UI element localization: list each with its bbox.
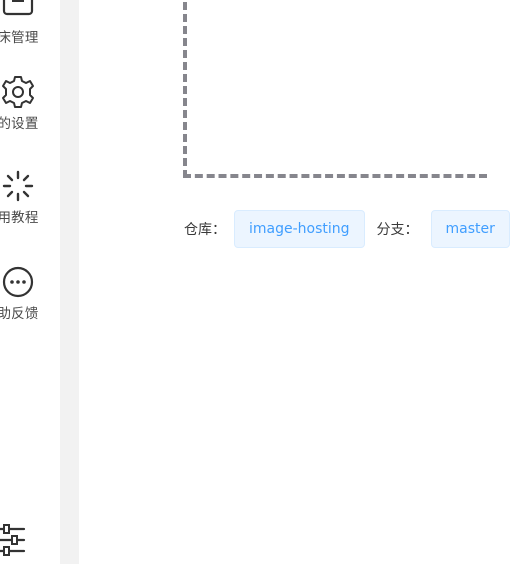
branch-label: 分支：	[376, 222, 419, 238]
sidebar: 床管理 的设置 用教程 助反馈	[0, 0, 60, 564]
sidebar-item-label: 助反馈	[0, 306, 39, 322]
sidebar-item-feedback[interactable]: 助反馈	[0, 264, 60, 322]
sidebar-item-label: 床管理	[0, 30, 39, 46]
sidebar-divider	[60, 0, 79, 564]
sliders-icon[interactable]	[0, 522, 26, 558]
sidebar-item-settings[interactable]: 的设置	[0, 74, 60, 132]
repo-info-row: 仓库： image-hosting 分支： master 目	[184, 209, 513, 249]
repo-tag[interactable]: image-hosting	[234, 210, 365, 248]
upload-drop-zone[interactable]	[183, 0, 487, 178]
repo-label: 仓库：	[184, 222, 226, 238]
chat-bubble-icon	[2, 266, 34, 298]
sidebar-item-label: 的设置	[0, 116, 39, 132]
image-bed-icon	[2, 0, 34, 16]
sidebar-item-image-bed-management[interactable]: 床管理	[0, 0, 60, 46]
sidebar-item-label: 用教程	[0, 210, 39, 226]
gear-icon	[2, 76, 34, 108]
branch-tag[interactable]: master	[430, 210, 510, 248]
main-panel: 仓库： image-hosting 分支： master 目	[79, 0, 513, 564]
sidebar-item-tutorial[interactable]: 用教程	[0, 168, 60, 226]
app-window: 床管理 的设置 用教程 助反馈 仓库： image-hosting 分支： ma…	[0, 0, 513, 564]
loading-spinner-icon	[2, 170, 34, 202]
